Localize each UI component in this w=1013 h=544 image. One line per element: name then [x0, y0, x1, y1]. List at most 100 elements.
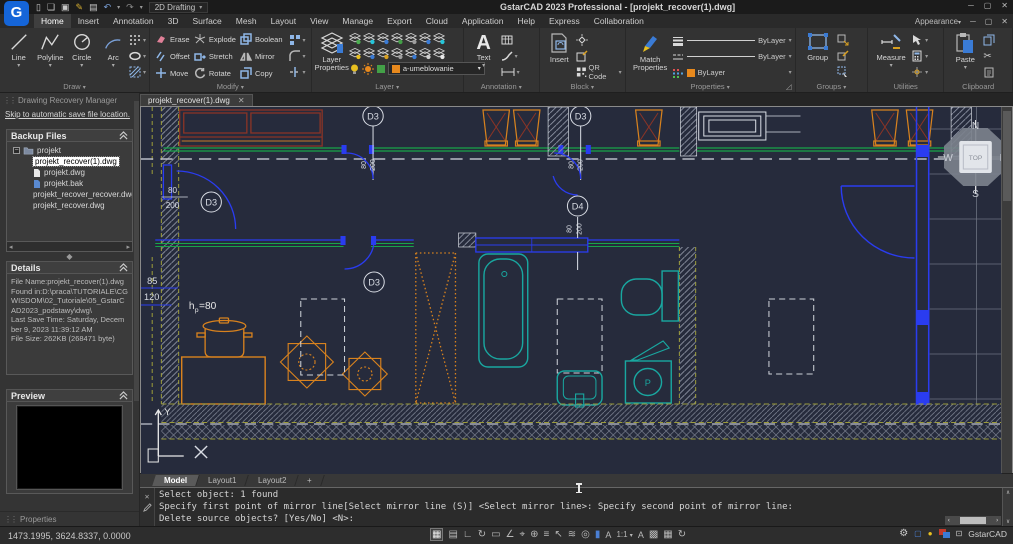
- scroll-up-icon[interactable]: ∧: [1006, 489, 1010, 496]
- dimension-button[interactable]: ▾: [501, 65, 520, 79]
- layer-state-icon[interactable]: [433, 47, 445, 60]
- doc-restore-button[interactable]: ▢: [985, 17, 993, 26]
- layer-state-icon[interactable]: [349, 47, 361, 60]
- undo-icon[interactable]: ↶: [104, 2, 112, 13]
- new-file-icon[interactable]: ▯: [36, 2, 41, 13]
- text-button[interactable]: A Text▾: [467, 30, 501, 70]
- redo-chevron-icon[interactable]: ▾: [140, 4, 143, 11]
- zoom-icon[interactable]: ◎: [581, 529, 590, 540]
- layer-state-icon[interactable]: [433, 32, 445, 45]
- arc-button[interactable]: Arc▾: [98, 30, 130, 70]
- dialog-launcher-icon[interactable]: ◿: [786, 81, 792, 92]
- display-icon[interactable]: ▢: [914, 529, 922, 538]
- scroll-right-icon[interactable]: ›: [995, 517, 999, 524]
- layer-state-icon[interactable]: [405, 47, 417, 60]
- polar-toggle-icon[interactable]: ↻: [478, 529, 486, 540]
- group-button[interactable]: Group: [799, 30, 837, 62]
- isodraft-icon[interactable]: ≋: [568, 529, 576, 540]
- workspace-selector[interactable]: 2D Drafting ▾: [149, 2, 208, 13]
- layer-state-icon[interactable]: [363, 32, 375, 45]
- selection-cycling-icon[interactable]: ↖: [554, 529, 562, 540]
- explode-button[interactable]: Explode: [192, 31, 238, 47]
- move-button[interactable]: Move: [153, 65, 192, 81]
- tab-manage[interactable]: Manage: [335, 14, 380, 28]
- collapse-icon[interactable]: [119, 263, 128, 272]
- tree-root-row[interactable]: − projekt: [7, 145, 132, 156]
- ortho-toggle-icon[interactable]: ∟: [463, 529, 473, 540]
- tree-file-row[interactable]: projekt_recover_recover.dwg: [7, 189, 132, 200]
- tab-3d[interactable]: 3D: [161, 14, 186, 28]
- panel-layer-footer[interactable]: Layer ▾: [312, 81, 463, 92]
- annotation-scale-icon[interactable]: A: [605, 530, 611, 540]
- command-v-scrollbar[interactable]: ∧ ∨: [1002, 488, 1013, 526]
- scroll-left-icon[interactable]: ◂: [9, 243, 13, 251]
- scrollbar-thumb[interactable]: [1003, 111, 1011, 201]
- panel-splitter[interactable]: ◆: [0, 252, 139, 261]
- grid-toggle-icon[interactable]: ▦: [430, 528, 443, 541]
- qr-code-button[interactable]: QR Code▾: [576, 65, 622, 79]
- scroll-right-icon[interactable]: ▸: [126, 243, 130, 251]
- floor-plan[interactable]: D3 80 200 D3 80 200: [141, 107, 1002, 474]
- measure-button[interactable]: Measure▾: [871, 30, 911, 70]
- copy-button[interactable]: Copy: [238, 65, 285, 81]
- drawing-canvas[interactable]: D3 80 200 D3 80 200: [140, 106, 1013, 473]
- layer-state-icon[interactable]: [391, 32, 403, 45]
- rotate-button[interactable]: Rotate: [192, 65, 238, 81]
- save-icon[interactable]: ▣: [61, 2, 70, 13]
- annotation-scale-value[interactable]: 1:1 ▾: [616, 530, 632, 539]
- dynamic-input-icon[interactable]: ▭: [491, 529, 500, 540]
- create-block-button[interactable]: [576, 33, 622, 47]
- canvas-vertical-scrollbar[interactable]: [1001, 107, 1012, 473]
- lineweight-dropdown[interactable]: ByLayer▾: [672, 33, 792, 48]
- panel-annotation-footer[interactable]: Annotation ▾: [464, 81, 539, 92]
- minimize-button[interactable]: ─: [968, 1, 974, 10]
- preview-header[interactable]: Preview: [6, 389, 133, 402]
- group-edit-button[interactable]: [837, 49, 849, 63]
- point-tools-button[interactable]: ▾: [129, 33, 146, 47]
- polyline-button[interactable]: Polyline▾: [35, 30, 67, 70]
- mirror-button[interactable]: Mirror: [238, 48, 285, 64]
- quick-select-button[interactable]: ▾: [911, 33, 928, 47]
- tab-view[interactable]: View: [303, 14, 335, 28]
- linetype-dropdown[interactable]: ByLayer▾: [672, 49, 792, 64]
- tab-collaboration[interactable]: Collaboration: [587, 14, 651, 28]
- osnap-toggle-icon[interactable]: ⌖: [520, 529, 526, 540]
- array-button[interactable]: ▾: [289, 33, 306, 47]
- boolean-button[interactable]: Boolean: [238, 31, 285, 47]
- undo-chevron-icon[interactable]: ▾: [117, 4, 120, 11]
- document-tab[interactable]: projekt_recover(1).dwg ✕: [140, 94, 253, 106]
- workspace-switch-icon[interactable]: ▩: [649, 529, 658, 540]
- save-as-icon[interactable]: ✎: [76, 2, 84, 13]
- ungroup-button[interactable]: [837, 33, 849, 47]
- collapse-node-icon[interactable]: −: [13, 147, 20, 154]
- tab-layout[interactable]: Layout: [264, 14, 304, 28]
- layer-state-icon[interactable]: [377, 47, 389, 60]
- panel-modify-footer[interactable]: Modify ▾: [150, 81, 311, 92]
- close-doc-icon[interactable]: ✕: [238, 96, 245, 105]
- scroll-left-icon[interactable]: ‹: [947, 517, 951, 524]
- edit-block-button[interactable]: [576, 49, 622, 63]
- insert-button[interactable]: Insert: [543, 30, 576, 64]
- tab-home[interactable]: Home: [34, 14, 71, 28]
- panel-clipboard-footer[interactable]: Clipboard: [944, 81, 1012, 92]
- tab-express[interactable]: Express: [542, 14, 587, 28]
- layer-state-icon[interactable]: [349, 32, 361, 45]
- tab-help[interactable]: Help: [511, 14, 542, 28]
- circle-button[interactable]: Circle▾: [66, 30, 98, 70]
- tree-file-row[interactable]: projekt.dwg: [7, 167, 132, 178]
- tab-new-layout[interactable]: +: [295, 475, 324, 486]
- skip-autosave-link[interactable]: Skip to automatic save file location.: [0, 107, 139, 119]
- panel-draw-footer[interactable]: Draw ▾: [0, 81, 149, 92]
- print-icon[interactable]: ▤: [89, 2, 98, 13]
- isolate-objects-icon[interactable]: ↻: [678, 529, 686, 540]
- gstarcad-logo-icon[interactable]: G: [4, 1, 29, 26]
- layer-state-icon[interactable]: [391, 47, 403, 60]
- tab-layout1[interactable]: Layout1: [196, 475, 249, 486]
- trim-button[interactable]: ▾: [289, 65, 306, 79]
- offset-button[interactable]: Offset: [153, 48, 192, 64]
- quick-properties-icon[interactable]: ▦: [663, 529, 672, 540]
- tab-cloud[interactable]: Cloud: [419, 14, 455, 28]
- tab-layout2[interactable]: Layout2: [246, 475, 299, 486]
- redo-icon[interactable]: ↷: [126, 2, 134, 13]
- leader-button[interactable]: ▾: [501, 49, 520, 63]
